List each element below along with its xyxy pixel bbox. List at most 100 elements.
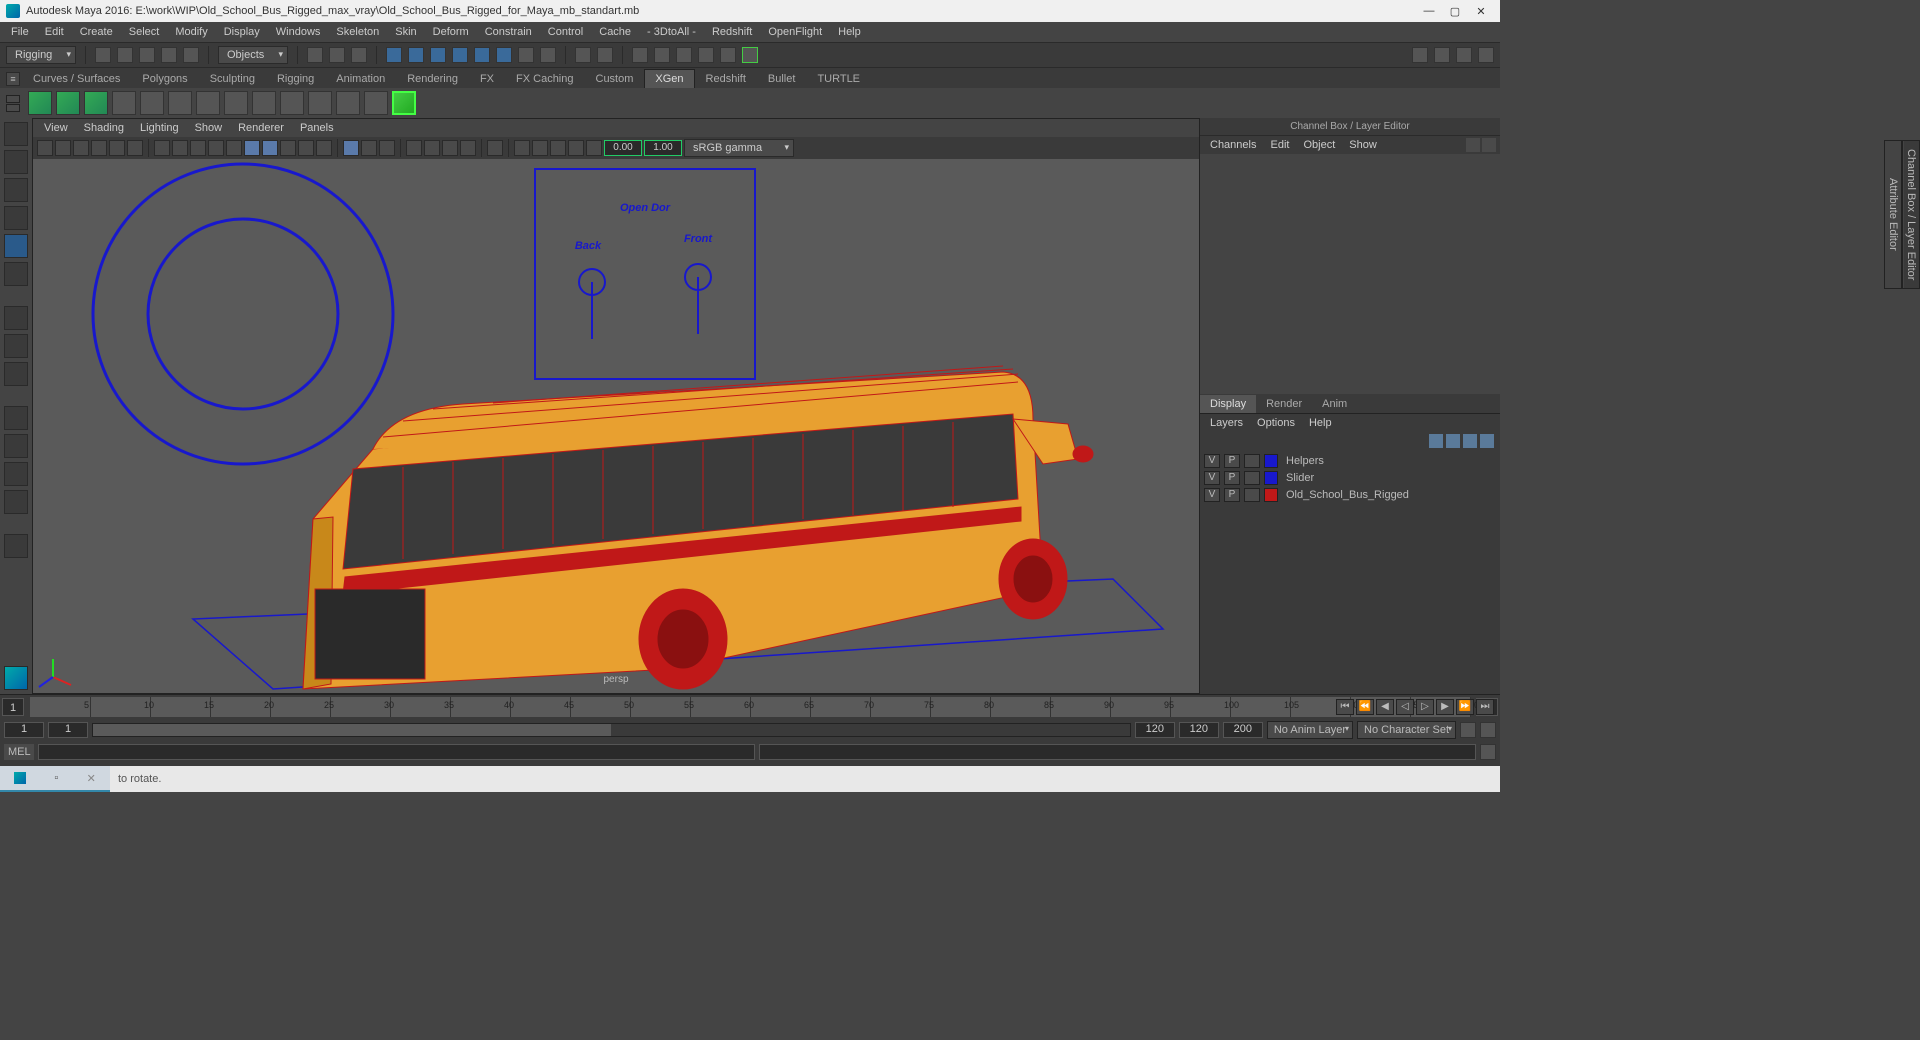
layout-preset4-icon[interactable] [4, 490, 28, 514]
layer-tab-anim[interactable]: Anim [1312, 395, 1357, 413]
side-tab-attribute-editor[interactable]: Attribute Editor [1884, 140, 1902, 289]
close-button[interactable]: ✕ [1474, 5, 1488, 18]
layer-tab-display[interactable]: Display [1200, 395, 1256, 413]
ipr-icon[interactable] [654, 47, 670, 63]
scale-tool-icon[interactable] [4, 262, 28, 286]
anim-layer-dropdown[interactable]: No Anim Layer [1267, 721, 1353, 739]
vp-grease-icon[interactable] [127, 140, 143, 156]
xgen-tool11-icon[interactable] [308, 91, 332, 115]
xgen-tool1-icon[interactable] [28, 91, 52, 115]
vp-ao-icon[interactable] [406, 140, 422, 156]
vp-xray-icon[interactable] [361, 140, 377, 156]
layout-preset3-icon[interactable] [4, 462, 28, 486]
menu-deform[interactable]: Deform [426, 24, 476, 40]
rp-icon1[interactable] [1466, 138, 1480, 152]
shelf-tab-bullet[interactable]: Bullet [757, 69, 807, 88]
selection-mask-dropdown[interactable]: Objects [218, 46, 288, 64]
vp-image-plane-icon[interactable] [91, 140, 107, 156]
viewport-canvas[interactable]: Open Dor Back Front [33, 159, 1199, 693]
colorspace-dropdown[interactable]: sRGB gamma [684, 139, 794, 157]
layer-row[interactable]: VPHelpers [1204, 452, 1496, 469]
shelf-tab-rendering[interactable]: Rendering [396, 69, 469, 88]
menu-create[interactable]: Create [73, 24, 120, 40]
vp-res-gate-icon[interactable] [190, 140, 206, 156]
snap-point-icon[interactable] [430, 47, 446, 63]
shelf-menu-icon[interactable]: ≡ [6, 72, 20, 86]
gamma-field[interactable]: 1.00 [644, 140, 682, 156]
layer-menu-help[interactable]: Help [1303, 416, 1338, 430]
layout-1-icon[interactable] [1412, 47, 1428, 63]
command-input[interactable] [38, 744, 755, 760]
symmetry-icon[interactable] [518, 47, 534, 63]
layer-color-swatch[interactable] [1264, 454, 1278, 468]
menu-display[interactable]: Display [217, 24, 267, 40]
sel-mode2-icon[interactable] [329, 47, 345, 63]
go-start-icon[interactable]: ⏮ [1336, 699, 1354, 715]
prefs-icon[interactable] [1480, 722, 1496, 738]
vp-menu-show[interactable]: Show [188, 121, 230, 135]
snap-view-icon[interactable] [496, 47, 512, 63]
soft-sel-icon[interactable] [540, 47, 556, 63]
menu-constrain[interactable]: Constrain [478, 24, 539, 40]
menu-modify[interactable]: Modify [168, 24, 214, 40]
layer-playback-toggle[interactable]: P [1224, 471, 1240, 485]
shelf-tab-fx[interactable]: FX [469, 69, 505, 88]
layout-4-icon[interactable] [1478, 47, 1494, 63]
layout-preset2-icon[interactable] [4, 434, 28, 458]
vp-bookmark-icon[interactable] [73, 140, 89, 156]
shelf-tab-polygons[interactable]: Polygons [131, 69, 198, 88]
shelf-editor-dn-icon[interactable] [6, 104, 20, 112]
snap-plane-icon[interactable] [452, 47, 468, 63]
vp-multisample-icon[interactable] [442, 140, 458, 156]
layer-playback-toggle[interactable]: P [1224, 454, 1240, 468]
script-lang-label[interactable]: MEL [4, 744, 34, 760]
shelf-tab-sculpting[interactable]: Sculpting [199, 69, 266, 88]
vp-menu-renderer[interactable]: Renderer [231, 121, 291, 135]
sel-mode-icon[interactable] [307, 47, 323, 63]
layer-move-dn-icon[interactable] [1446, 434, 1460, 448]
layer-row[interactable]: VPOld_School_Bus_Rigged [1204, 486, 1496, 503]
vp-menu-panels[interactable]: Panels [293, 121, 341, 135]
menu-windows[interactable]: Windows [269, 24, 328, 40]
menu-openflight[interactable]: OpenFlight [761, 24, 829, 40]
shelf-tab-redshift[interactable]: Redshift [695, 69, 757, 88]
hypershade-icon[interactable] [720, 47, 736, 63]
layout-four-icon[interactable] [4, 362, 28, 386]
channel-menu-channels[interactable]: Channels [1204, 138, 1262, 152]
layer-display-type[interactable] [1244, 454, 1260, 468]
vp-op1-icon[interactable] [532, 140, 548, 156]
time-slider[interactable]: 5101520253035404550556065707580859095100… [30, 697, 1470, 717]
side-tab-channel-box-layer-editor[interactable]: Channel Box / Layer Editor [1902, 140, 1920, 289]
layer-display-type[interactable] [1244, 471, 1260, 485]
xgen-tool12-icon[interactable] [336, 91, 360, 115]
layer-tab-render[interactable]: Render [1256, 395, 1312, 413]
render-settings-icon[interactable] [676, 47, 692, 63]
vp-2d-pan-icon[interactable] [109, 140, 125, 156]
last-tool-icon[interactable] [4, 306, 28, 330]
vp-isolate-icon[interactable] [343, 140, 359, 156]
layer-new-sel-icon[interactable] [1480, 434, 1494, 448]
layer-vis-toggle[interactable]: V [1204, 454, 1220, 468]
layout-preset5-icon[interactable] [4, 534, 28, 558]
menu-file[interactable]: File [4, 24, 36, 40]
menu-help[interactable]: Help [831, 24, 868, 40]
render-icon[interactable] [632, 47, 648, 63]
shelf-tab-turtle[interactable]: TURTLE [806, 69, 871, 88]
snap-grid-icon[interactable] [386, 47, 402, 63]
vp-op2-icon[interactable] [550, 140, 566, 156]
xgen-tool14-icon[interactable] [392, 91, 416, 115]
maya-home-icon[interactable] [4, 666, 28, 690]
play-back-icon[interactable]: ◁ [1396, 699, 1414, 715]
snap-curve-icon[interactable] [408, 47, 424, 63]
range-inner-end-field[interactable]: 120 [1135, 722, 1175, 738]
shelf-tab-xgen[interactable]: XGen [644, 69, 694, 88]
new-scene-icon[interactable] [95, 47, 111, 63]
rp-icon2[interactable] [1482, 138, 1496, 152]
xgen-tool9-icon[interactable] [252, 91, 276, 115]
xgen-tool2-icon[interactable] [56, 91, 80, 115]
shelf-tab-fx-caching[interactable]: FX Caching [505, 69, 584, 88]
fps-field[interactable]: 200 [1223, 722, 1263, 738]
minimize-button[interactable]: — [1422, 5, 1436, 18]
character-set-dropdown[interactable]: No Character Set [1357, 721, 1456, 739]
layer-menu-layers[interactable]: Layers [1204, 416, 1249, 430]
